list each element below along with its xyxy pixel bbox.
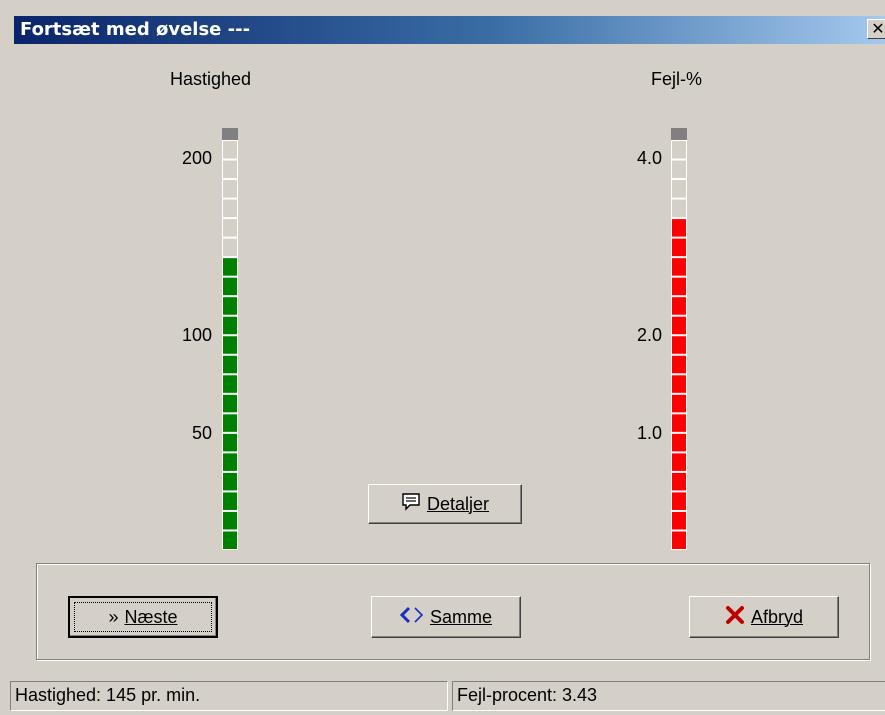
bar-segment-lit (671, 413, 687, 433)
bar-segment-lit (222, 315, 238, 336)
speed-scale-50: 50 (191, 423, 212, 443)
bar-segment-lit (222, 510, 238, 531)
repeat-icon (399, 605, 424, 630)
error-scale-2: 2.0 (636, 325, 662, 345)
bar-segment-lit (671, 530, 687, 550)
bar-segment-lit (222, 257, 238, 277)
status-error: Fejl-procent: 3.43 (452, 681, 885, 711)
title-bar[interactable]: Fortsæt med øvelse --- ✕ (14, 16, 885, 44)
bar-segment-lit (671, 432, 687, 453)
bar-segment-lit (671, 335, 687, 355)
speed-level-bar (222, 128, 238, 550)
bar-segment-unlit (222, 159, 238, 180)
bar-segment-lit (222, 296, 238, 316)
comment-icon (401, 492, 421, 517)
bar-segment-lit (671, 510, 687, 531)
same-button[interactable]: Samme (371, 596, 521, 638)
bar-segment-lit (222, 530, 238, 550)
error-scale-4: 4.0 (636, 148, 662, 168)
cancel-button-label: Afbryd (750, 606, 804, 627)
next-button[interactable]: » Næste (68, 596, 218, 638)
bar-segment-lit (671, 471, 687, 492)
bar-segment-lit (222, 374, 238, 394)
bar-segment-lit (671, 296, 687, 316)
bar-segment-lit (671, 276, 687, 297)
bar-segment-lit (671, 237, 687, 258)
bar-segment-lit (222, 471, 238, 492)
bar-segment-lit (222, 491, 238, 511)
bar-segment-lit (671, 257, 687, 277)
bar-cap (222, 128, 238, 140)
status-speed: Hastighed: 145 pr. min. (10, 681, 448, 711)
bar-segment-lit (222, 335, 238, 355)
bar-segment-lit (671, 374, 687, 394)
bar-segment-unlit (222, 179, 238, 199)
bar-segment-lit (671, 452, 687, 472)
cancel-button[interactable]: Afbryd (689, 596, 839, 638)
bar-segment-unlit (222, 140, 238, 160)
bar-segment-unlit (671, 179, 687, 199)
bar-cap (671, 128, 687, 140)
window-title: Fortsæt med øvelse --- (20, 19, 251, 40)
dialog-window: Fortsæt med øvelse --- ✕ Hastighed 200 1… (0, 0, 885, 715)
speed-scale-200: 200 (181, 148, 212, 168)
close-button[interactable]: ✕ (867, 19, 885, 39)
bar-segment-unlit (222, 218, 238, 238)
bar-segment-lit (222, 393, 238, 414)
bar-segment-lit (222, 413, 238, 433)
focus-rect (74, 602, 212, 632)
bar-segment-unlit (671, 140, 687, 160)
bar-segment-unlit (671, 159, 687, 180)
bar-segment-lit (222, 452, 238, 472)
bar-segment-lit (671, 315, 687, 336)
bar-segment-lit (671, 218, 687, 238)
details-button-label: Detaljer (426, 493, 490, 514)
same-button-label: Samme (429, 606, 492, 627)
bar-segment-unlit (671, 198, 687, 219)
bar-segment-lit (671, 491, 687, 511)
error-gauge-title: Fejl-% (651, 69, 703, 89)
bar-segment-lit (222, 354, 238, 375)
speed-gauge-title: Hastighed (170, 69, 252, 89)
error-level-bar (671, 128, 687, 550)
bar-segment-lit (222, 432, 238, 453)
red-x-icon (725, 605, 745, 630)
error-scale-1: 1.0 (636, 423, 662, 443)
bar-segment-lit (671, 393, 687, 414)
close-icon: ✕ (871, 19, 885, 38)
bar-segment-unlit (222, 237, 238, 258)
bar-segment-unlit (222, 198, 238, 219)
bar-segment-lit (671, 354, 687, 375)
details-button[interactable]: Detaljer (368, 484, 522, 524)
bar-segment-lit (222, 276, 238, 297)
speed-scale-100: 100 (181, 325, 212, 345)
